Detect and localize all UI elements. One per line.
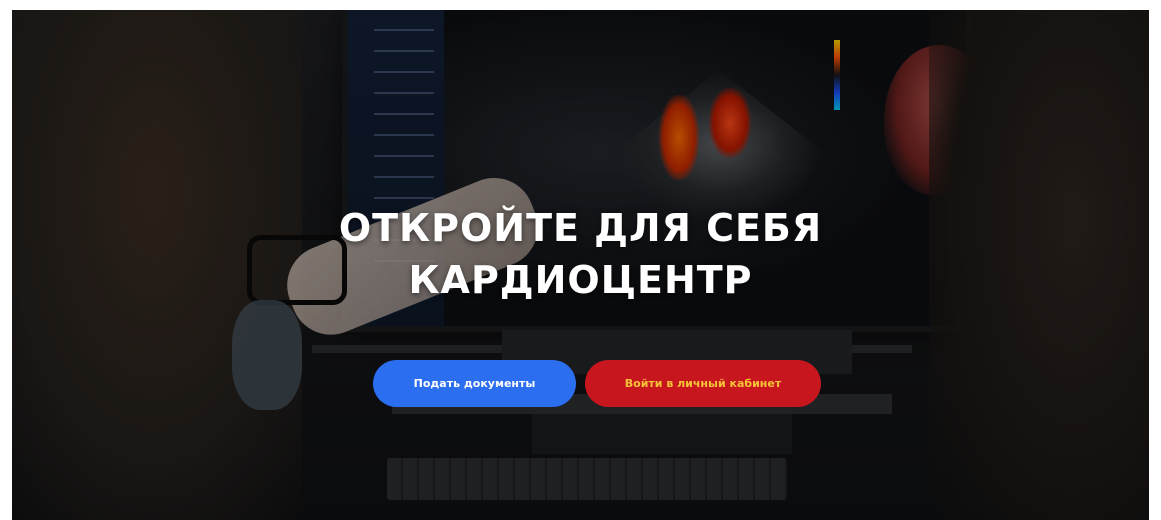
hero-section: ОТКРОЙТЕ ДЛЯ СЕБЯ КАРДИОЦЕНТР Подать док… (12, 10, 1149, 520)
hero-title: ОТКРОЙТЕ ДЛЯ СЕБЯ КАРДИОЦЕНТР (12, 202, 1149, 306)
submit-documents-button[interactable]: Подать документы (373, 360, 576, 407)
login-personal-account-button[interactable]: Войти в личный кабинет (585, 360, 821, 407)
hero-title-line1: ОТКРОЙТЕ ДЛЯ СЕБЯ (338, 206, 823, 250)
hero-title-line2: КАРДИОЦЕНТР (408, 258, 753, 302)
